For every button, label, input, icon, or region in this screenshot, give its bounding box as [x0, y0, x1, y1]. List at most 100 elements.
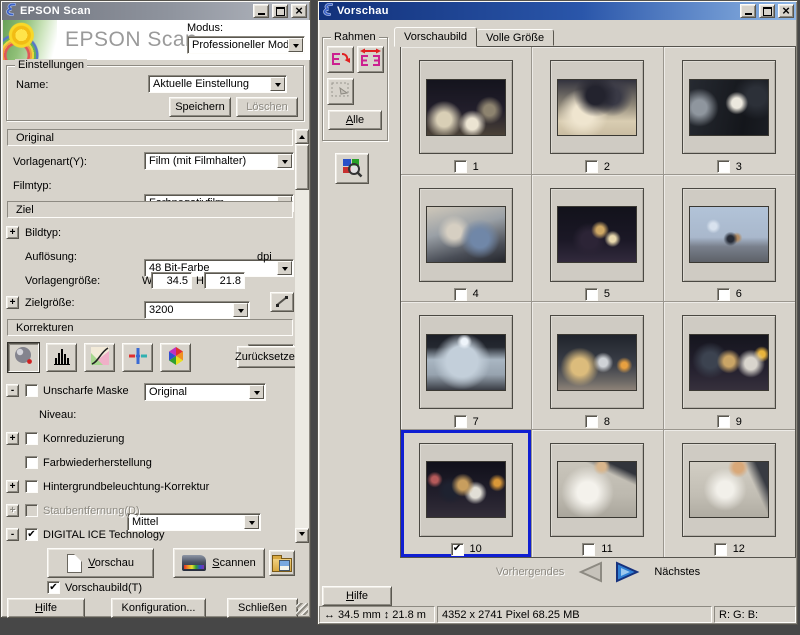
- dropdown-arrow-icon[interactable]: [270, 77, 285, 91]
- scroll-up-button[interactable]: [295, 129, 309, 144]
- thumbnail-photo[interactable]: [689, 334, 769, 391]
- dropdown-arrow-icon[interactable]: [277, 154, 292, 168]
- unsharp-checkbox[interactable]: [25, 384, 38, 397]
- tone-curve-button[interactable]: [84, 343, 115, 372]
- previous-page-button[interactable]: [574, 560, 604, 584]
- auto-exposure-button[interactable]: [8, 343, 39, 372]
- thumbnail-cell[interactable]: 4: [401, 175, 532, 303]
- scroll-down-button[interactable]: [295, 528, 309, 543]
- thumbnail-checkbox[interactable]: [454, 288, 467, 301]
- backlight-expander[interactable]: +: [6, 480, 19, 493]
- thumbnail-slide-frame[interactable]: [682, 188, 776, 282]
- thumbnail-checkbox[interactable]: [454, 415, 467, 428]
- color-adjust-button[interactable]: [122, 343, 153, 372]
- thumbnail-photo[interactable]: [426, 461, 506, 518]
- thumbnail-checkbox[interactable]: [451, 543, 464, 556]
- scrollbar-thumb[interactable]: [295, 144, 309, 190]
- dropdown-arrow-icon[interactable]: [288, 38, 303, 52]
- aspect-ratio-button[interactable]: [270, 292, 294, 312]
- thumbnail-checkbox[interactable]: [585, 288, 598, 301]
- thumbnail-photo[interactable]: [426, 79, 506, 136]
- mode-select[interactable]: Professioneller Modus: [187, 36, 305, 54]
- thumbnail-cell[interactable]: 10: [401, 430, 532, 558]
- close-window-button[interactable]: Schließen: [227, 598, 298, 618]
- thumbnail-slide-frame[interactable]: [419, 315, 513, 409]
- thumbnail-slide-frame[interactable]: [419, 60, 513, 154]
- thumbnail-photo[interactable]: [689, 461, 769, 518]
- thumbnail-cell[interactable]: 6: [664, 175, 795, 303]
- tab-volle-groesse[interactable]: Volle Größe: [476, 29, 554, 46]
- thumbnail-cell[interactable]: 2: [532, 47, 663, 175]
- dropdown-arrow-icon[interactable]: [277, 261, 292, 275]
- minimize-button[interactable]: [253, 4, 269, 18]
- ice-checkbox[interactable]: [25, 528, 38, 541]
- preview-help-button[interactable]: Hilfe: [322, 586, 392, 606]
- next-page-button[interactable]: [614, 560, 644, 584]
- color-restore-checkbox[interactable]: [25, 456, 38, 469]
- thumbnail-toggle-checkbox[interactable]: [47, 581, 60, 594]
- minimize-button[interactable]: [740, 4, 756, 18]
- zoom-tool-button[interactable]: [335, 153, 369, 184]
- width-input[interactable]: [151, 272, 192, 289]
- thumbnail-photo[interactable]: [689, 79, 769, 136]
- thumbnail-slide-frame[interactable]: [550, 188, 644, 282]
- scan-titlebar[interactable]: EPSON Scan: [2, 2, 309, 20]
- target-size-select[interactable]: Original: [144, 383, 266, 401]
- unsharp-expander[interactable]: -: [6, 384, 19, 397]
- backlight-checkbox[interactable]: [25, 480, 38, 493]
- color-palette-button[interactable]: [160, 343, 191, 372]
- histogram-button[interactable]: [46, 343, 77, 372]
- scan-button[interactable]: Scannen: [173, 548, 265, 578]
- thumbnail-cell[interactable]: 7: [401, 302, 532, 430]
- thumbnail-slide-frame[interactable]: [550, 60, 644, 154]
- tab-vorschaubild[interactable]: Vorschaubild: [394, 27, 477, 47]
- thumbnail-slide-frame[interactable]: [419, 188, 513, 282]
- thumbnail-slide-frame[interactable]: [682, 315, 776, 409]
- resolution-select[interactable]: 3200: [144, 301, 250, 319]
- thumbnail-photo[interactable]: [557, 334, 637, 391]
- thumbnail-slide-frame[interactable]: [682, 60, 776, 154]
- height-input[interactable]: [204, 272, 245, 289]
- image-type-expander[interactable]: +: [6, 226, 19, 239]
- thumbnail-checkbox[interactable]: [717, 415, 730, 428]
- thumbnail-slide-frame[interactable]: [550, 443, 644, 537]
- thumbnail-cell[interactable]: 3: [664, 47, 795, 175]
- thumbnail-photo[interactable]: [557, 79, 637, 136]
- settings-scrollbar[interactable]: [295, 129, 309, 543]
- thumbnail-slide-frame[interactable]: [682, 443, 776, 537]
- marquee-button[interactable]: [327, 78, 354, 105]
- delete-button[interactable]: Löschen: [236, 97, 298, 117]
- maximize-button[interactable]: [272, 4, 288, 18]
- close-button[interactable]: [778, 4, 794, 18]
- thumbnail-photo[interactable]: [557, 206, 637, 263]
- grain-expander[interactable]: +: [6, 432, 19, 445]
- rotate-button[interactable]: [327, 46, 354, 73]
- thumbnail-cell[interactable]: 11: [532, 430, 663, 558]
- maximize-button[interactable]: [759, 4, 775, 18]
- thumbnail-photo[interactable]: [426, 334, 506, 391]
- target-size-expander[interactable]: +: [6, 296, 19, 309]
- thumbnail-checkbox[interactable]: [585, 160, 598, 173]
- preview-titlebar[interactable]: Vorschau: [319, 2, 796, 20]
- grain-checkbox[interactable]: [25, 432, 38, 445]
- thumbnail-cell[interactable]: 1: [401, 47, 532, 175]
- thumbnail-checkbox[interactable]: [582, 543, 595, 556]
- dust-expander[interactable]: +: [6, 504, 19, 517]
- thumbnail-cell[interactable]: 9: [664, 302, 795, 430]
- thumbnail-cell[interactable]: 5: [532, 175, 663, 303]
- dropdown-arrow-icon[interactable]: [244, 515, 259, 529]
- thumbnail-checkbox[interactable]: [714, 543, 727, 556]
- resize-grip[interactable]: [296, 603, 308, 615]
- mirror-button[interactable]: [357, 46, 384, 73]
- thumbnail-photo[interactable]: [689, 206, 769, 263]
- file-save-options-button[interactable]: [269, 550, 295, 576]
- save-button[interactable]: Speichern: [169, 97, 231, 117]
- dust-checkbox[interactable]: [25, 504, 38, 517]
- preview-button[interactable]: Vorschau: [47, 548, 154, 578]
- configuration-button[interactable]: Konfiguration...: [111, 598, 206, 618]
- close-button[interactable]: [291, 4, 307, 18]
- settings-name-select[interactable]: Aktuelle Einstellung: [148, 75, 287, 93]
- thumbnail-cell[interactable]: 12: [664, 430, 795, 558]
- thumbnail-checkbox[interactable]: [717, 160, 730, 173]
- thumbnail-slide-frame[interactable]: [550, 315, 644, 409]
